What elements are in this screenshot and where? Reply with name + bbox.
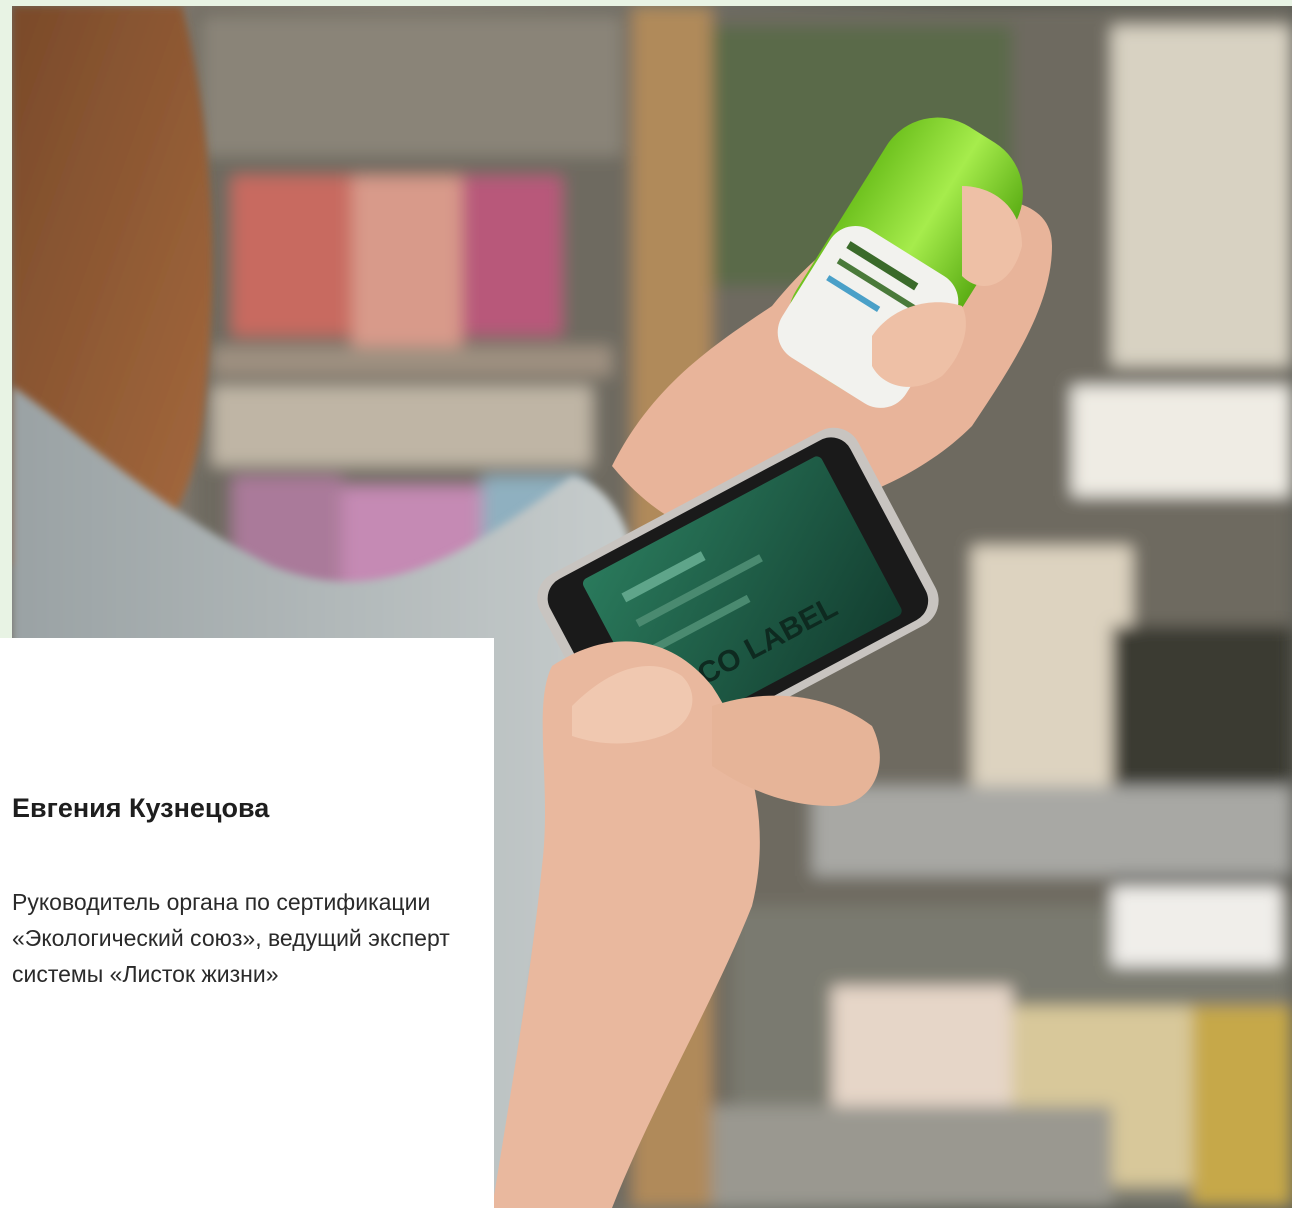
article-hero: ECO LABEL Евгения Кузнецова Руководитель… <box>0 0 1292 1208</box>
author-name: Евгения Кузнецова <box>12 793 270 823</box>
author-role: Руководитель органа по сертификации «Эко… <box>12 889 450 987</box>
